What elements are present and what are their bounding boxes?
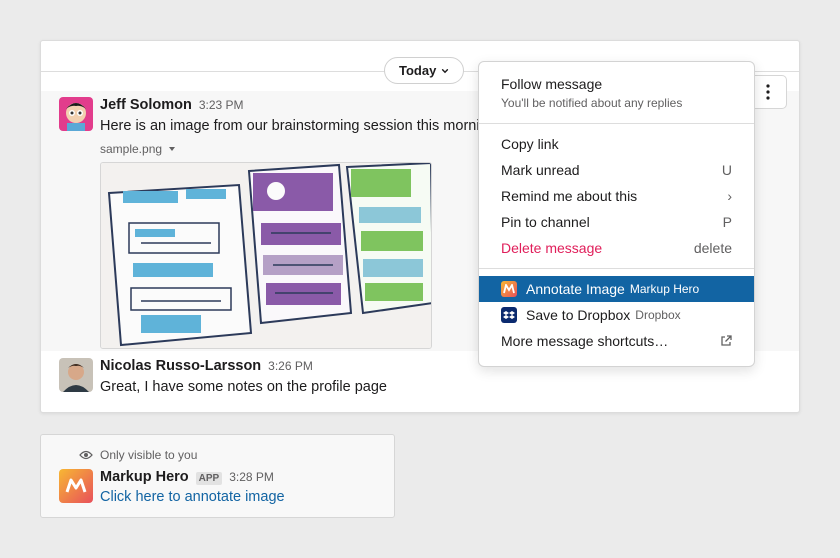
caret-down-icon [169,147,176,151]
message-jeff[interactable]: Jeff Solomon 3:23 PM Here is an image fr… [59,97,496,349]
menu-item-delete-message[interactable]: Delete message delete [479,235,754,261]
visibility-note-text: Only visible to you [100,448,198,462]
menu-item-copy-link[interactable]: Copy link [479,131,754,157]
shortcut-hint: delete [693,240,732,256]
timestamp[interactable]: 3:26 PM [268,359,313,373]
menu-item-more-shortcuts[interactable]: More message shortcuts… [479,328,754,354]
avatar[interactable] [59,358,93,392]
external-link-icon [721,335,732,346]
menu-item-label: Delete message [501,240,603,256]
app-name: Markup Hero [629,282,700,296]
app-name: Dropbox [635,308,681,322]
timestamp[interactable]: 3:28 PM [229,470,274,484]
follow-message-label: Follow message [501,76,603,92]
message-text: Here is an image from our brainstorming … [100,118,496,134]
menu-item-label: Pin to channel [501,214,590,230]
menu-item-annotate-image[interactable]: Annotate Image Markup Hero [479,276,754,302]
ephemeral-message: Only visible to you Markup Hero APP 3:28… [40,434,395,518]
timestamp[interactable]: 3:23 PM [199,98,244,112]
dropbox-icon [501,307,517,323]
annotate-image-link[interactable]: Click here to annotate image [100,489,285,505]
shortcut-hint: U [721,162,732,178]
menu-item-label: Annotate Image [526,281,625,297]
menu-item-save-to-dropbox[interactable]: Save to Dropbox Dropbox [479,302,754,328]
day-divider-label: Today [399,63,437,78]
shortcut-hint: P [722,214,732,230]
author-name[interactable]: Markup Hero [100,469,189,485]
menu-item-label: Remind me about this [501,188,638,204]
message-nicolas[interactable]: Nicolas Russo-Larsson 3:26 PM Great, I h… [59,358,387,395]
follow-message-description: You'll be notified about any replies [501,96,683,110]
message-context-menu: Follow message You'll be notified about … [478,61,755,367]
file-name-toggle[interactable]: sample.png [100,142,496,156]
menu-item-label: More message shortcuts… [501,333,669,349]
avatar[interactable] [59,97,93,131]
app-message[interactable]: Markup Hero APP 3:28 PM Click here to an… [59,469,285,505]
author-name[interactable]: Jeff Solomon [100,97,192,113]
markup-hero-icon [501,281,517,297]
file-name: sample.png [100,142,163,156]
app-badge: APP [195,472,223,485]
message-text: Great, I have some notes on the profile … [100,379,387,395]
menu-item-label: Copy link [501,136,559,152]
day-divider-button[interactable]: Today [384,57,465,84]
menu-item-label: Save to Dropbox [526,307,631,323]
more-vertical-icon [766,84,770,100]
eye-icon [79,450,93,460]
visibility-note: Only visible to you [79,448,197,462]
chevron-right-icon: › [727,188,732,204]
menu-item-mark-unread[interactable]: Mark unread U [479,157,754,183]
menu-item-remind-me[interactable]: Remind me about this › [479,183,754,209]
menu-item-label: Mark unread [501,162,580,178]
chevron-down-icon [442,68,449,73]
menu-item-follow-message[interactable]: Follow message You'll be notified about … [479,76,754,123]
attached-image[interactable] [100,162,432,349]
markup-hero-avatar[interactable] [59,469,93,503]
author-name[interactable]: Nicolas Russo-Larsson [100,358,261,374]
menu-item-pin-to-channel[interactable]: Pin to channel P [479,209,754,235]
